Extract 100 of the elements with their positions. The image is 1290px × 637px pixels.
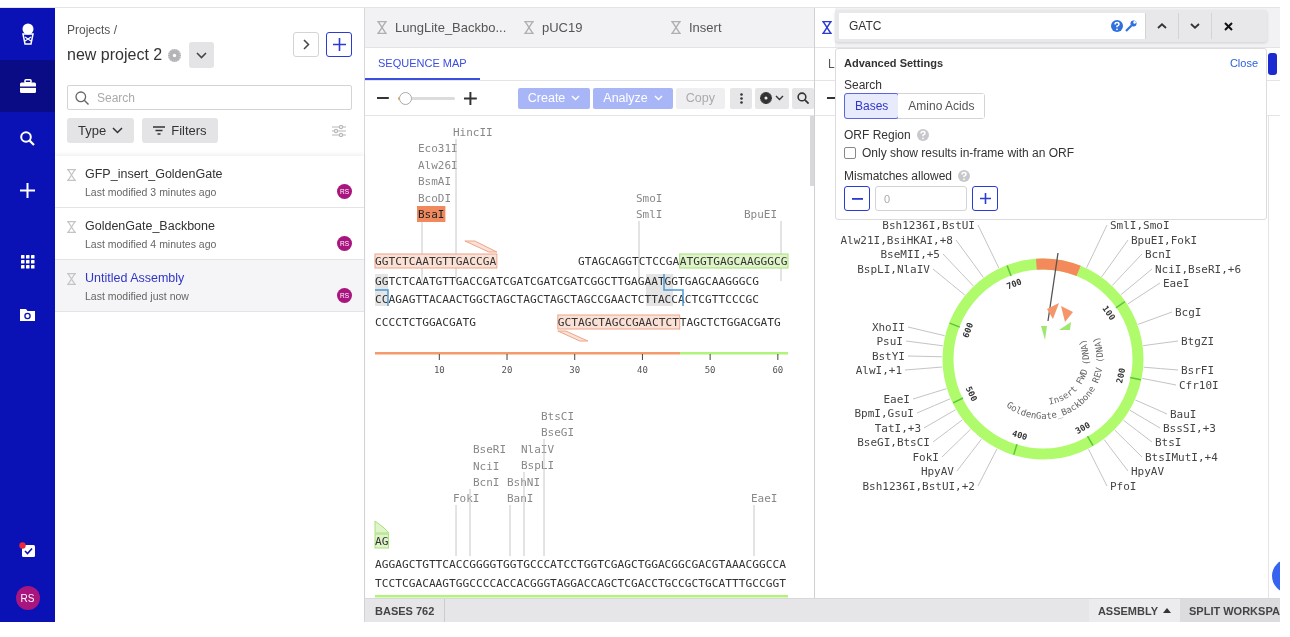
enzyme-label[interactable]: BtgZI bbox=[1181, 335, 1215, 348]
enzyme-label[interactable]: HincII bbox=[453, 126, 493, 139]
enzyme-label[interactable]: BcoDI bbox=[418, 191, 452, 205]
enzyme-label[interactable]: HpyAV bbox=[1131, 465, 1165, 478]
sequence-strand[interactable]: TCCTCGACAAGTGGCCCCACCACGGGTAGGACCAGCTCGACCTGCCGCTGCATTTGCCGGT bbox=[375, 577, 786, 590]
enzyme-label[interactable]: Cfr10I bbox=[1179, 379, 1219, 392]
zoom-in-icon[interactable] bbox=[464, 91, 477, 105]
enzyme-label[interactable]: Alw26I bbox=[418, 158, 458, 172]
enzyme-label[interactable]: BpuEI,FokI bbox=[1131, 234, 1198, 247]
enzyme-label[interactable]: SmlI,SmoI bbox=[1110, 219, 1170, 232]
enzyme-label[interactable]: AlwI,+1 bbox=[855, 364, 902, 377]
logo-icon[interactable] bbox=[19, 23, 36, 45]
breadcrumb-link[interactable]: Projects / bbox=[67, 23, 215, 37]
wrench-icon[interactable] bbox=[1125, 20, 1137, 32]
enzyme-label[interactable]: HpyAV bbox=[920, 465, 954, 478]
enzyme-label[interactable]: BpuEI bbox=[744, 208, 778, 221]
enzyme-label[interactable]: BseRI bbox=[473, 443, 507, 456]
add-button[interactable] bbox=[326, 32, 352, 57]
enzyme-label[interactable]: BtsCI bbox=[541, 409, 575, 423]
search-field[interactable]: GATC bbox=[839, 13, 1145, 39]
enzyme-label[interactable]: BstYI bbox=[871, 350, 905, 363]
enzyme-label[interactable]: PfoI bbox=[1110, 480, 1137, 493]
enzyme-label[interactable]: BtsI bbox=[1155, 436, 1182, 449]
project-dropdown-button[interactable] bbox=[189, 42, 215, 68]
type-filter-button[interactable]: Type bbox=[67, 118, 135, 143]
search-button[interactable] bbox=[792, 87, 814, 109]
sliders-icon[interactable] bbox=[332, 124, 346, 137]
enzyme-label[interactable]: BcgI bbox=[1175, 306, 1202, 319]
view-tab[interactable]: L bbox=[815, 48, 835, 80]
enzyme-label[interactable]: Alw21I,BsiHKAI,+8 bbox=[840, 234, 953, 247]
expand-button[interactable] bbox=[293, 32, 319, 57]
enzyme-label[interactable]: NciI bbox=[473, 459, 500, 473]
enzyme-label[interactable]: BseGI,BtsCI bbox=[857, 436, 930, 449]
close-link[interactable]: Close bbox=[1229, 57, 1258, 69]
decrement-button[interactable] bbox=[844, 186, 870, 211]
zoom-slider[interactable] bbox=[397, 91, 455, 105]
enzyme-label[interactable]: BsaI bbox=[417, 206, 446, 222]
enzyme-label[interactable]: BsrFI bbox=[1181, 364, 1215, 377]
settings-button[interactable] bbox=[755, 87, 789, 109]
search-mode-tab[interactable]: Bases bbox=[845, 94, 899, 118]
enzyme-label[interactable]: SmoI bbox=[636, 191, 663, 205]
enzyme-label[interactable]: Eco31I bbox=[418, 142, 458, 155]
tick-label: 500 bbox=[963, 384, 980, 403]
document-tab[interactable]: pUC19 bbox=[512, 8, 659, 47]
enzyme-label[interactable]: Bsh1236I,BstUI,+2 bbox=[862, 480, 975, 493]
document-tab[interactable]: LungLite_Backbo... bbox=[365, 8, 512, 47]
nav-item[interactable] bbox=[0, 60, 55, 112]
enzyme-label[interactable]: BcnI bbox=[473, 476, 500, 489]
increment-button[interactable] bbox=[972, 186, 998, 211]
orf-checkbox[interactable] bbox=[844, 147, 856, 159]
chevron-down-icon bbox=[653, 95, 663, 101]
enzyme-label[interactable]: Bsh1236I,BstUI bbox=[882, 219, 975, 232]
enzyme-label[interactable]: BauI bbox=[1170, 408, 1197, 421]
enzyme-label[interactable]: FokI bbox=[453, 492, 480, 505]
enzyme-label[interactable]: NlaIV bbox=[521, 442, 555, 456]
enzyme-label[interactable]: BshNI bbox=[507, 475, 541, 489]
enzyme-label[interactable]: SmlI bbox=[636, 208, 663, 221]
modified-time: Last modified 4 minutes ago bbox=[85, 238, 218, 250]
filters-button[interactable]: Filters bbox=[142, 118, 218, 143]
document-tab[interactable]: Insert bbox=[659, 8, 806, 47]
slider-thumb[interactable] bbox=[399, 91, 413, 105]
ruler-tick bbox=[438, 353, 440, 361]
enzyme-label[interactable]: BcnI bbox=[1145, 248, 1172, 261]
scrollbar[interactable] bbox=[810, 116, 814, 186]
search-mode-tab[interactable]: Amino Acids bbox=[898, 94, 985, 118]
enzyme-label[interactable]: EaeI bbox=[883, 393, 910, 406]
enzyme-label[interactable]: NciI,BseRI,+6 bbox=[1155, 263, 1242, 276]
insert-segment[interactable] bbox=[1036, 258, 1081, 277]
sequence-text[interactable]: TAGCTCTGGACGATG bbox=[679, 316, 781, 329]
more-button[interactable] bbox=[730, 87, 752, 109]
enzyme-label[interactable]: BseGI bbox=[541, 426, 575, 439]
mismatches-field[interactable]: 0 bbox=[875, 186, 967, 211]
tasks-icon[interactable] bbox=[19, 542, 36, 558]
enzyme-label[interactable]: BspLI bbox=[521, 459, 555, 472]
enzyme-label[interactable]: BspLI,NlaIV bbox=[857, 263, 930, 276]
help-icon[interactable] bbox=[1111, 20, 1123, 32]
sequence-text[interactable]: CCCCTCTGGACGATG bbox=[375, 316, 477, 329]
sequence-strand[interactable]: AGGAGCTGTTCACCGGGGTGGTGCCCATCCTGGTCGAGCTGGACGGCGACGTAAACGGCCA bbox=[375, 558, 786, 571]
enzyme-label[interactable]: XhoII bbox=[871, 321, 905, 334]
chevron-down-icon bbox=[571, 95, 581, 101]
enzyme-label[interactable]: FokI bbox=[912, 451, 939, 464]
view-tab[interactable]: SEQUENCE MAP bbox=[365, 48, 480, 80]
action-button[interactable] bbox=[1268, 53, 1277, 75]
enzyme-label[interactable]: BsmAI bbox=[418, 175, 452, 188]
split-workspace-button[interactable]: SPLIT WORKSPA bbox=[1180, 599, 1280, 622]
sequence-text[interactable]: GTAGCAGGTCTCCGA bbox=[578, 255, 680, 268]
enzyme-label[interactable]: PsuI bbox=[876, 335, 903, 348]
feature-sequence[interactable]: ATGGTGAGCAAGGGCG bbox=[679, 253, 789, 269]
enzyme-label[interactable]: EaeI bbox=[1163, 277, 1190, 290]
user-avatar[interactable]: RS bbox=[15, 586, 40, 610]
enzyme-label[interactable]: BtsIMutI,+4 bbox=[1145, 451, 1218, 464]
enzyme-label[interactable]: BssSI,+3 bbox=[1163, 422, 1216, 435]
enzyme-label[interactable]: BseMII,+5 bbox=[880, 248, 940, 261]
enzyme-label[interactable]: BpmI,GsuI bbox=[854, 407, 914, 420]
hourglass-tab[interactable] bbox=[815, 8, 835, 47]
enzyme-label[interactable]: TatI,+3 bbox=[874, 422, 921, 435]
enzyme-label[interactable]: EaeI bbox=[751, 492, 778, 505]
search-field[interactable]: Search bbox=[67, 85, 352, 110]
assembly-button[interactable]: ASSEMBLY bbox=[1088, 599, 1180, 622]
enzyme-label[interactable]: BanI bbox=[507, 492, 534, 505]
